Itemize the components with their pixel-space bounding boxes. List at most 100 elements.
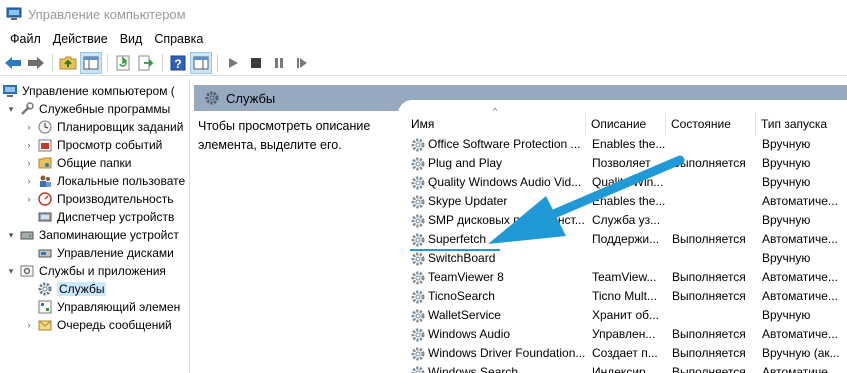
- tree-item-shared-folders[interactable]: › Общие папки: [24, 154, 132, 172]
- service-row[interactable]: Superfetch Поддержи... Выполняется Автомати…: [398, 230, 847, 249]
- service-name-cell: Plug and Play: [408, 154, 586, 173]
- tree-item-device-manager[interactable]: Диспетчер устройств: [24, 208, 174, 226]
- service-name-cell: Quality Windows Audio Vid...: [408, 173, 586, 192]
- menu-help[interactable]: Справка: [148, 32, 209, 46]
- refresh-icon[interactable]: [112, 52, 134, 74]
- chevron-down-icon[interactable]: ▾: [6, 104, 16, 115]
- service-status: Выполняется: [672, 156, 746, 170]
- performance-icon: [37, 191, 53, 207]
- tools-icon: [19, 101, 35, 117]
- service-name: TeamViewer 8: [428, 270, 504, 284]
- service-description: Создает п...: [592, 346, 658, 360]
- service-name-cell: Skype Updater: [408, 192, 586, 211]
- chevron-down-icon[interactable]: ▾: [6, 230, 16, 241]
- menu-bar: Файл Действие Вид Справка: [0, 28, 847, 50]
- stop-icon[interactable]: [245, 52, 267, 74]
- service-row[interactable]: TicnoSearch Ticno Mult... Выполняется Автом…: [398, 287, 847, 306]
- chevron-right-icon[interactable]: ›: [24, 122, 34, 132]
- service-startup-type: Автоматиче...: [762, 270, 838, 284]
- chevron-right-icon[interactable]: ›: [24, 194, 34, 204]
- service-row[interactable]: Windows Driver Foundation... Создает п...…: [398, 344, 847, 363]
- menu-file[interactable]: Файл: [4, 32, 47, 46]
- tree-item-disk-management[interactable]: Управление дисками: [24, 244, 174, 262]
- show-hide-tree-icon[interactable]: [80, 51, 102, 74]
- service-name-cell: Superfetch: [408, 230, 586, 249]
- chevron-right-icon[interactable]: ›: [24, 140, 34, 150]
- chevron-down-icon[interactable]: ▾: [6, 266, 16, 277]
- tree-item-services[interactable]: Службы: [24, 280, 107, 298]
- service-startup-type: Вручную: [762, 175, 811, 189]
- service-description: Управлен...: [592, 327, 656, 341]
- tree-item-system-tools[interactable]: ▾ Служебные программы: [6, 100, 170, 118]
- tree-item-wmi-control[interactable]: Управляющий элемен: [24, 298, 180, 316]
- play-icon[interactable]: [222, 52, 244, 74]
- service-row[interactable]: WalletService Хранит об... Вручную: [398, 306, 847, 325]
- device-manager-icon: [37, 209, 53, 225]
- tree-item-task-scheduler[interactable]: › Планировщик заданий: [24, 118, 184, 136]
- service-startup-type: Автоматиче...: [762, 365, 838, 373]
- forward-arrow-icon[interactable]: [25, 52, 47, 74]
- service-row[interactable]: Windows Audio Управлен... Выполняется Автом…: [398, 325, 847, 344]
- service-row[interactable]: Plug and Play Позволяет ... Выполняется Вру…: [398, 154, 847, 173]
- service-name-cell: Windows Driver Foundation...: [408, 344, 586, 363]
- toolbar: ?: [0, 50, 847, 76]
- tree-item-performance[interactable]: › Производительность: [24, 190, 174, 208]
- toolbar-separator: [52, 53, 53, 72]
- service-row[interactable]: SwitchBoard Вручную: [398, 249, 847, 268]
- export-icon[interactable]: [135, 52, 157, 74]
- service-row[interactable]: Windows Search Индексир... Выполняется Авто…: [398, 363, 847, 373]
- service-name-cell: WalletService: [408, 306, 586, 325]
- services-header-title: Службы: [226, 90, 276, 106]
- service-description: Позволяет ...: [592, 156, 664, 170]
- service-description: TeamView...: [592, 270, 657, 284]
- tree-item-local-users[interactable]: › Локальные пользовате: [24, 172, 186, 190]
- service-name: Windows Audio: [428, 327, 511, 341]
- menu-view[interactable]: Вид: [114, 32, 149, 46]
- service-startup-type: Автоматиче...: [762, 327, 838, 341]
- column-header-name[interactable]: Имя: [408, 113, 586, 135]
- service-gear-icon: [411, 328, 425, 341]
- window-title: Управление компьютером: [28, 6, 186, 22]
- menu-action[interactable]: Действие: [47, 32, 114, 46]
- column-header-status[interactable]: Состояние: [668, 113, 756, 135]
- service-status: Выполняется: [672, 365, 746, 373]
- chevron-right-icon[interactable]: ›: [24, 158, 34, 168]
- tree-item-event-viewer[interactable]: › Просмотр событий: [24, 136, 163, 154]
- chevron-right-icon[interactable]: ›: [24, 176, 34, 186]
- service-gear-icon: [411, 176, 425, 189]
- service-status: Выполняется: [672, 270, 746, 284]
- help-icon[interactable]: ?: [167, 52, 189, 74]
- toolbar-separator: [162, 53, 163, 72]
- service-status: Выполняется: [672, 232, 746, 246]
- service-gear-icon: [411, 347, 425, 360]
- service-status: [670, 192, 756, 211]
- service-gear-icon: [411, 271, 425, 284]
- message-queue-icon: [37, 317, 53, 333]
- title-bar: Управление компьютером: [0, 0, 847, 28]
- service-startup-type: Вручную: [762, 308, 811, 322]
- service-startup-type: Вручную (ак...: [762, 346, 840, 360]
- disk-icon: [37, 245, 53, 261]
- service-row[interactable]: Skype Updater Enables the... Автоматиче...: [398, 192, 847, 211]
- tree-item-label: Диспетчер устройств: [57, 210, 175, 224]
- tree-item-services-apps[interactable]: ▾ Службы и приложения: [6, 262, 166, 280]
- service-startup-type: Вручную: [762, 156, 811, 170]
- restart-icon[interactable]: [291, 52, 313, 74]
- service-row[interactable]: SMP дисковых пространст... Служба уз... Вр…: [398, 211, 847, 230]
- service-name: Quality Windows Audio Vid...: [428, 175, 582, 189]
- properties-icon[interactable]: [190, 51, 212, 74]
- service-row[interactable]: Office Software Protection ... Enables th…: [398, 135, 847, 154]
- tree-item-computer-management[interactable]: Управление компьютером (: [2, 82, 175, 100]
- tree-item-storage[interactable]: ▾ Запоминающие устройст: [6, 226, 179, 244]
- service-row[interactable]: Quality Windows Audio Vid... Quality Win.…: [398, 173, 847, 192]
- back-arrow-icon[interactable]: [2, 52, 24, 74]
- tree-item-label: Управление дисками: [57, 246, 174, 260]
- chevron-right-icon[interactable]: ›: [24, 320, 34, 330]
- up-folder-icon[interactable]: [57, 52, 79, 74]
- service-row[interactable]: TeamViewer 8 TeamView... Выполняется Автома…: [398, 268, 847, 287]
- pause-icon[interactable]: [268, 52, 290, 74]
- tree-item-message-queue[interactable]: › Очередь сообщений: [24, 316, 172, 334]
- column-header-description[interactable]: Описание: [588, 113, 666, 135]
- service-status: Выполняется: [672, 346, 746, 360]
- column-header-startup-type[interactable]: Тип запуска: [758, 113, 847, 135]
